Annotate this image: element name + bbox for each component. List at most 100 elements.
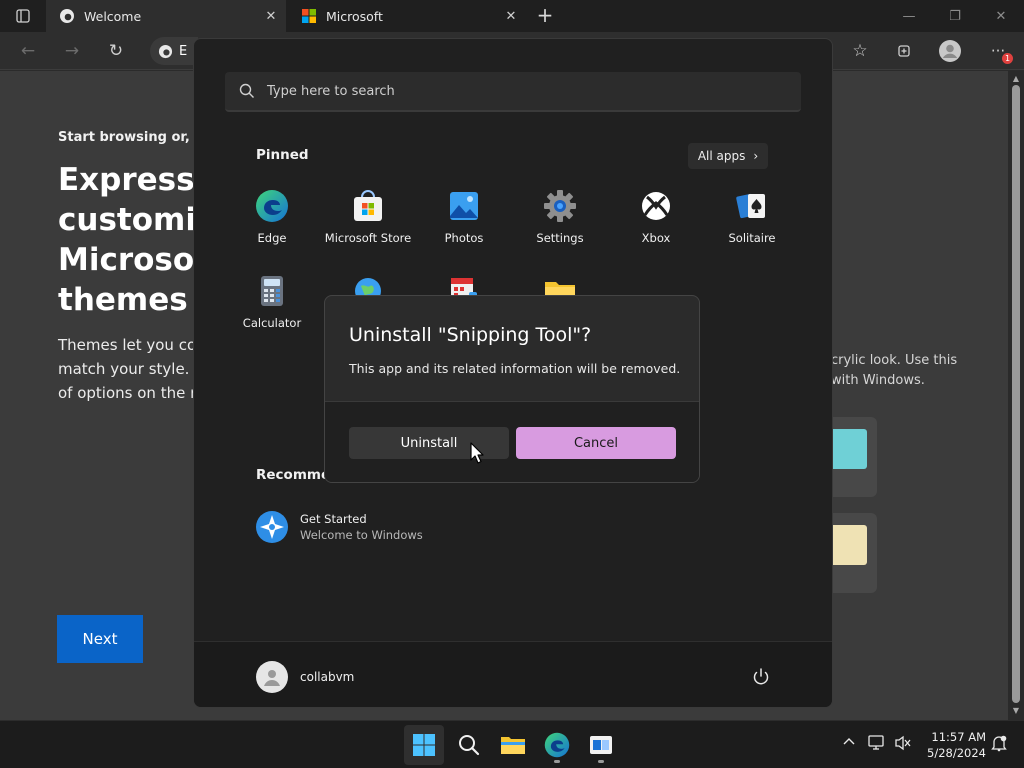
dialog-message: This app and its related information wil… [349, 361, 681, 376]
pinned-app-microsoft-store[interactable]: Microsoft Store [320, 189, 416, 245]
tab-actions-button[interactable] [0, 0, 46, 32]
new-tab-button[interactable]: + [534, 4, 556, 26]
theme-option-card[interactable] [831, 417, 877, 497]
app-label: Settings [536, 231, 584, 245]
volume-muted-icon[interactable] [894, 735, 912, 754]
pinned-app-solitaire[interactable]: Solitaire [704, 189, 800, 245]
edge-icon [58, 7, 76, 25]
forward-button[interactable]: → [59, 38, 85, 64]
power-button[interactable] [750, 666, 772, 688]
pinned-app-calculator[interactable]: Calculator [224, 274, 320, 330]
user-account-button[interactable]: collabvm [256, 661, 354, 693]
recommended-item-get-started[interactable]: Get Started Welcome to Windows [256, 511, 423, 543]
refresh-button[interactable]: ↻ [103, 38, 129, 64]
taskbar-search-button[interactable] [449, 725, 489, 765]
tab-close-icon[interactable]: ✕ [496, 9, 526, 24]
mouse-cursor-icon [470, 442, 484, 464]
edge-icon [158, 44, 173, 58]
search-placeholder: Type here to search [267, 83, 395, 99]
taskbar-edge[interactable] [537, 725, 577, 765]
address-text: E [179, 43, 188, 59]
app-label: Microsoft Store [324, 231, 412, 245]
taskbar: 11:57 AM 5/28/2024 [0, 720, 1024, 768]
tab-title: Welcome [84, 8, 142, 24]
scroll-down-arrow[interactable]: ▼ [1011, 706, 1021, 716]
pinned-app-xbox[interactable]: Xbox [608, 189, 704, 245]
uninstall-button[interactable]: Uninstall [349, 427, 509, 459]
theme-swatch [831, 429, 867, 469]
clock-time: 11:57 AM [931, 730, 986, 744]
xbox-icon [639, 189, 673, 223]
microsoft-logo-icon [300, 7, 318, 25]
chevron-right-icon: › [753, 149, 759, 163]
page-scrollbar[interactable]: ▲ ▼ [1008, 71, 1024, 720]
pinned-app-settings[interactable]: Settings [512, 189, 608, 245]
theme-option-card[interactable] [831, 513, 877, 593]
bell-icon [991, 735, 1007, 752]
user-name: collabvm [300, 670, 355, 684]
tab-title: Microsoft [326, 8, 383, 24]
start-button[interactable] [404, 725, 444, 765]
edge-icon [255, 189, 289, 223]
calculator-icon [255, 274, 289, 308]
recommended-subtitle: Welcome to Windows [300, 528, 423, 542]
dialog-button-area: Uninstall Cancel [325, 401, 699, 482]
dialog-title: Uninstall "Snipping Tool"? [349, 324, 592, 346]
tab-microsoft[interactable]: Microsoft ✕ [288, 0, 526, 32]
all-apps-button[interactable]: All apps › [688, 143, 768, 169]
theme-description: crylic look. Use this with Windows. [831, 353, 958, 388]
show-hidden-icons-button[interactable] [842, 735, 856, 752]
network-icon[interactable] [868, 735, 886, 754]
store-icon [351, 189, 385, 223]
tab-actions-icon [16, 9, 30, 23]
browser-tab-bar: Welcome ✕ Microsoft ✕ + — ❐ ✕ [0, 0, 1024, 32]
app-label: Solitaire [728, 231, 776, 245]
chevron-up-icon [843, 738, 855, 745]
system-clock[interactable]: 11:57 AM 5/28/2024 [920, 729, 986, 761]
get-started-icon [256, 511, 288, 543]
taskbar-file-explorer[interactable] [493, 725, 533, 765]
theme-swatch [831, 525, 867, 565]
start-footer: collabvm [194, 641, 832, 707]
power-icon [753, 668, 769, 685]
app-label: Edge [257, 231, 287, 245]
avatar [256, 661, 288, 693]
running-indicator [598, 760, 604, 763]
gear-icon [543, 189, 577, 223]
favorites-icon[interactable]: ☆ [847, 38, 873, 64]
intro-text: Start browsing or, [58, 130, 190, 145]
cancel-button[interactable]: Cancel [516, 427, 676, 459]
windows-logo-icon [413, 734, 435, 756]
minimize-button[interactable]: — [886, 0, 932, 32]
back-button[interactable]: ← [15, 38, 41, 64]
profile-avatar[interactable] [937, 38, 963, 64]
notification-center-button[interactable] [990, 734, 1008, 755]
tab-close-icon[interactable]: ✕ [256, 9, 286, 24]
collections-icon[interactable] [891, 38, 917, 64]
photos-icon [447, 189, 481, 223]
search-icon [239, 83, 254, 98]
scroll-thumb[interactable] [1012, 85, 1020, 703]
pinned-app-photos[interactable]: Photos [416, 189, 512, 245]
all-apps-label: All apps [697, 149, 746, 163]
next-button[interactable]: Next [57, 615, 143, 663]
scroll-up-arrow[interactable]: ▲ [1011, 74, 1021, 84]
restore-button[interactable]: ❐ [932, 0, 978, 32]
close-window-button[interactable]: ✕ [978, 0, 1024, 32]
tab-welcome[interactable]: Welcome ✕ [46, 0, 286, 32]
edge-icon [544, 732, 570, 758]
settings-more-button[interactable]: ··· 1 [985, 38, 1013, 64]
store-icon [590, 736, 612, 754]
taskbar-microsoft-store[interactable] [581, 725, 621, 765]
clock-date: 5/28/2024 [927, 746, 986, 760]
start-search-input[interactable]: Type here to search [225, 72, 801, 112]
running-indicator [554, 760, 560, 763]
recommended-title: Get Started [300, 512, 367, 526]
address-bar[interactable]: E [150, 37, 198, 65]
app-label: Xbox [641, 231, 671, 245]
app-label: Photos [444, 231, 484, 245]
folder-icon [501, 737, 525, 754]
uninstall-dialog: Uninstall "Snipping Tool"? This app and … [324, 295, 700, 483]
pinned-heading: Pinned [256, 147, 309, 163]
pinned-app-edge[interactable]: Edge [224, 189, 320, 245]
